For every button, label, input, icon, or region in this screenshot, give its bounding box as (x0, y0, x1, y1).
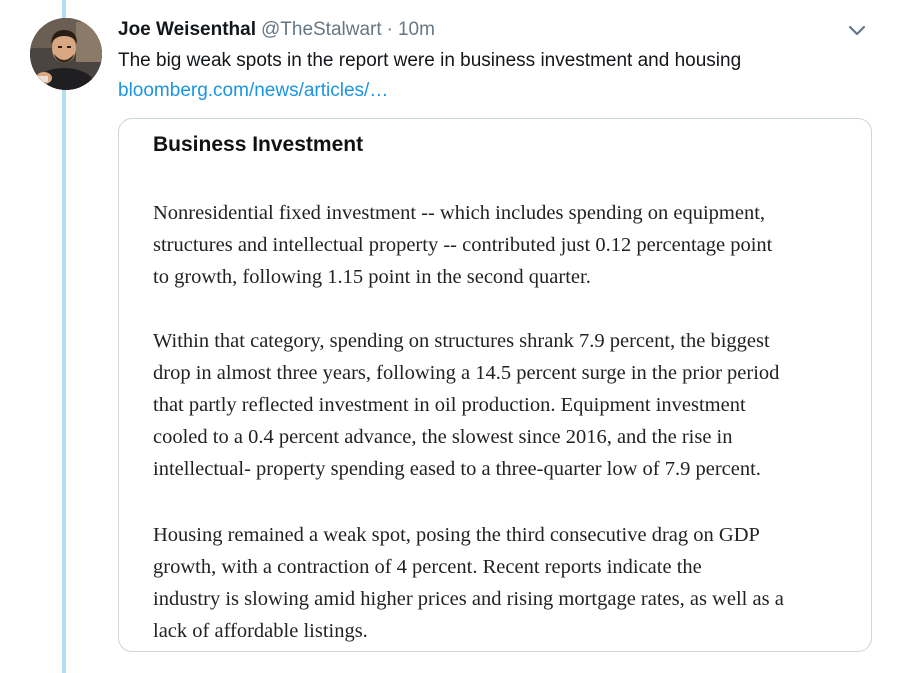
paragraph-line: drop in almost three years, following a … (153, 362, 780, 384)
header-separator: · (386, 19, 393, 40)
tweet-header: Joe Weisenthal @TheStalwart · 10m (118, 17, 435, 43)
paragraph-line: to growth, following 1.15 point in the s… (153, 266, 591, 288)
article-link[interactable]: bloomberg.com/news/articles/… (118, 77, 388, 104)
paragraph-line: growth, with a contraction of 4 percent.… (153, 556, 702, 578)
paragraph-line: cooled to a 0.4 percent advance, the slo… (153, 426, 733, 448)
paragraph-nonresidential-investment: Nonresidential fixed investment -- which… (153, 197, 865, 293)
paragraph-line: Within that category, spending on struct… (153, 330, 770, 352)
paragraph-line: intellectual- property spending eased to… (153, 458, 761, 480)
paragraph-housing: Housing remained a weak spot, posing the… (153, 519, 865, 647)
author-handle[interactable]: @TheStalwart (261, 17, 382, 43)
paragraph-line: industry is slowing amid higher prices a… (153, 588, 784, 610)
paragraph-line: that partly reflected investment in oil … (153, 394, 746, 416)
author-avatar[interactable] (30, 18, 102, 90)
tweet-body-text: The big weak spots in the report were in… (118, 50, 742, 71)
tweet-menu-button[interactable] (846, 22, 868, 38)
thread-connector-line (62, 0, 66, 673)
tweet-timestamp[interactable]: 10m (398, 17, 435, 43)
chevron-down-icon (848, 25, 866, 36)
paragraph-line: lack of affordable listings. (153, 620, 368, 642)
paragraph-line: structures and intellectual property -- … (153, 234, 773, 256)
article-excerpt-card[interactable]: Business Investment Nonresidential fixed… (118, 118, 872, 652)
paragraph-line: Housing remained a weak spot, posing the… (153, 524, 760, 546)
card-heading: Business Investment (153, 133, 364, 156)
user-avatar-photo (30, 18, 102, 90)
author-display-name[interactable]: Joe Weisenthal (118, 17, 256, 43)
paragraph-structures-equipment: Within that category, spending on struct… (153, 325, 865, 485)
paragraph-line: Nonresidential fixed investment -- which… (153, 202, 766, 224)
